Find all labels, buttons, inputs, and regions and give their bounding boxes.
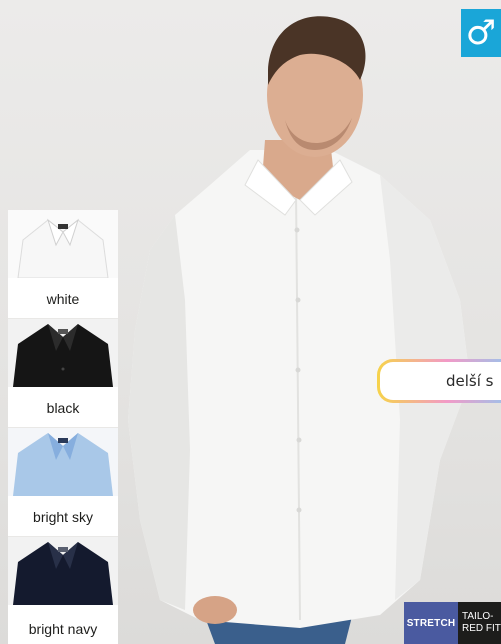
tailored-fit-line1: TAILO- — [462, 611, 494, 622]
feature-callout-text: delší s — [380, 362, 501, 400]
tailored-fit-line2: RED FIT — [462, 623, 501, 634]
swatch-label: bright navy — [28, 621, 98, 637]
color-swatch-bright-sky[interactable]: bright sky — [8, 428, 118, 537]
color-swatch-black[interactable]: black — [8, 319, 118, 428]
feature-callout: delší s — [377, 359, 501, 403]
shirt-thumbnail — [8, 537, 118, 605]
color-swatch-bright-navy[interactable]: bright navy — [8, 537, 118, 644]
gender-symbol: ♂ — [465, 13, 497, 53]
stretch-badge: STRETCH — [404, 602, 458, 644]
shirt-thumbnail — [8, 319, 118, 387]
swatch-label: bright sky — [33, 508, 93, 525]
color-swatch-white[interactable]: white — [8, 210, 118, 319]
male-gender-icon: ♂ — [461, 9, 501, 57]
swatch-label: black — [46, 399, 80, 416]
swatch-label: white — [46, 290, 80, 307]
tailored-fit-badge: TAILO- RED FIT — [458, 602, 501, 644]
shirt-thumbnail — [8, 428, 118, 496]
color-swatch-list: white black bright sky bright navy — [8, 210, 118, 644]
shirt-thumbnail — [8, 210, 118, 278]
